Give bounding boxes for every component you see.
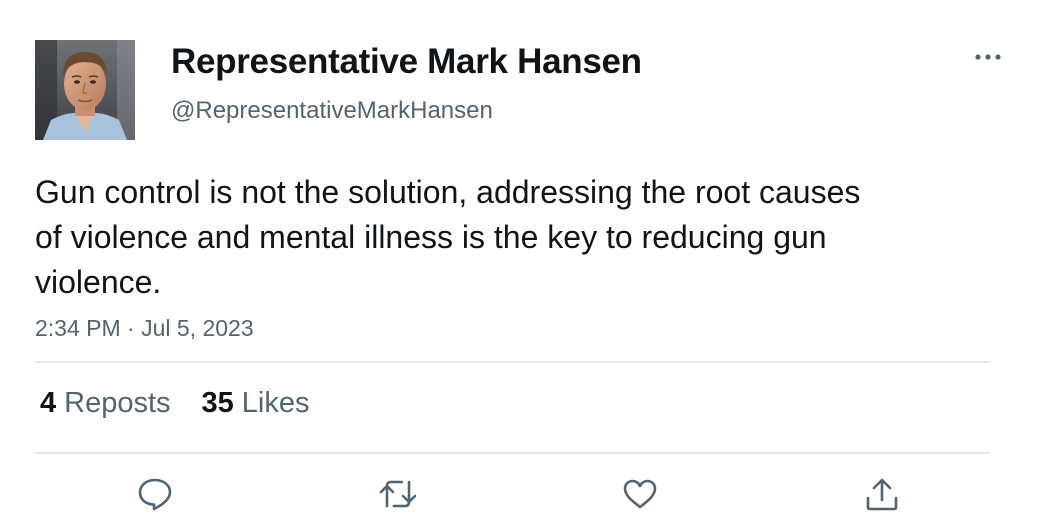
reply-button[interactable] bbox=[135, 474, 175, 514]
profile-photo bbox=[35, 40, 135, 140]
more-icon bbox=[975, 54, 1001, 60]
avatar[interactable] bbox=[35, 40, 135, 140]
reply-icon bbox=[138, 478, 172, 511]
likes-count: 35 bbox=[201, 387, 234, 419]
like-icon bbox=[623, 479, 657, 509]
repost-icon bbox=[379, 480, 417, 508]
tweet-card: Representative Mark Hansen @Representati… bbox=[0, 0, 1050, 525]
reposts-stat[interactable]: 4 Reposts bbox=[40, 387, 171, 420]
likes-stat[interactable]: 35 Likes bbox=[202, 387, 310, 420]
like-button[interactable] bbox=[620, 474, 660, 514]
more-options-button[interactable] bbox=[968, 42, 1008, 72]
likes-label: Likes bbox=[241, 387, 310, 419]
engagement-stats: 4 Reposts 35 Likes bbox=[40, 387, 341, 420]
divider bbox=[35, 452, 990, 454]
tweet-timestamp[interactable]: 2:34 PM · Jul 5, 2023 bbox=[35, 315, 254, 342]
divider bbox=[35, 361, 990, 363]
user-handle[interactable]: @RepresentativeMarkHansen bbox=[171, 97, 493, 125]
share-icon bbox=[866, 478, 898, 511]
reposts-label: Reposts bbox=[64, 387, 171, 419]
reposts-count: 4 bbox=[40, 387, 57, 419]
share-button[interactable] bbox=[862, 474, 902, 514]
display-name[interactable]: Representative Mark Hansen bbox=[171, 42, 642, 82]
repost-button[interactable] bbox=[378, 474, 418, 514]
tweet-text: Gun control is not the solution, address… bbox=[35, 174, 861, 300]
